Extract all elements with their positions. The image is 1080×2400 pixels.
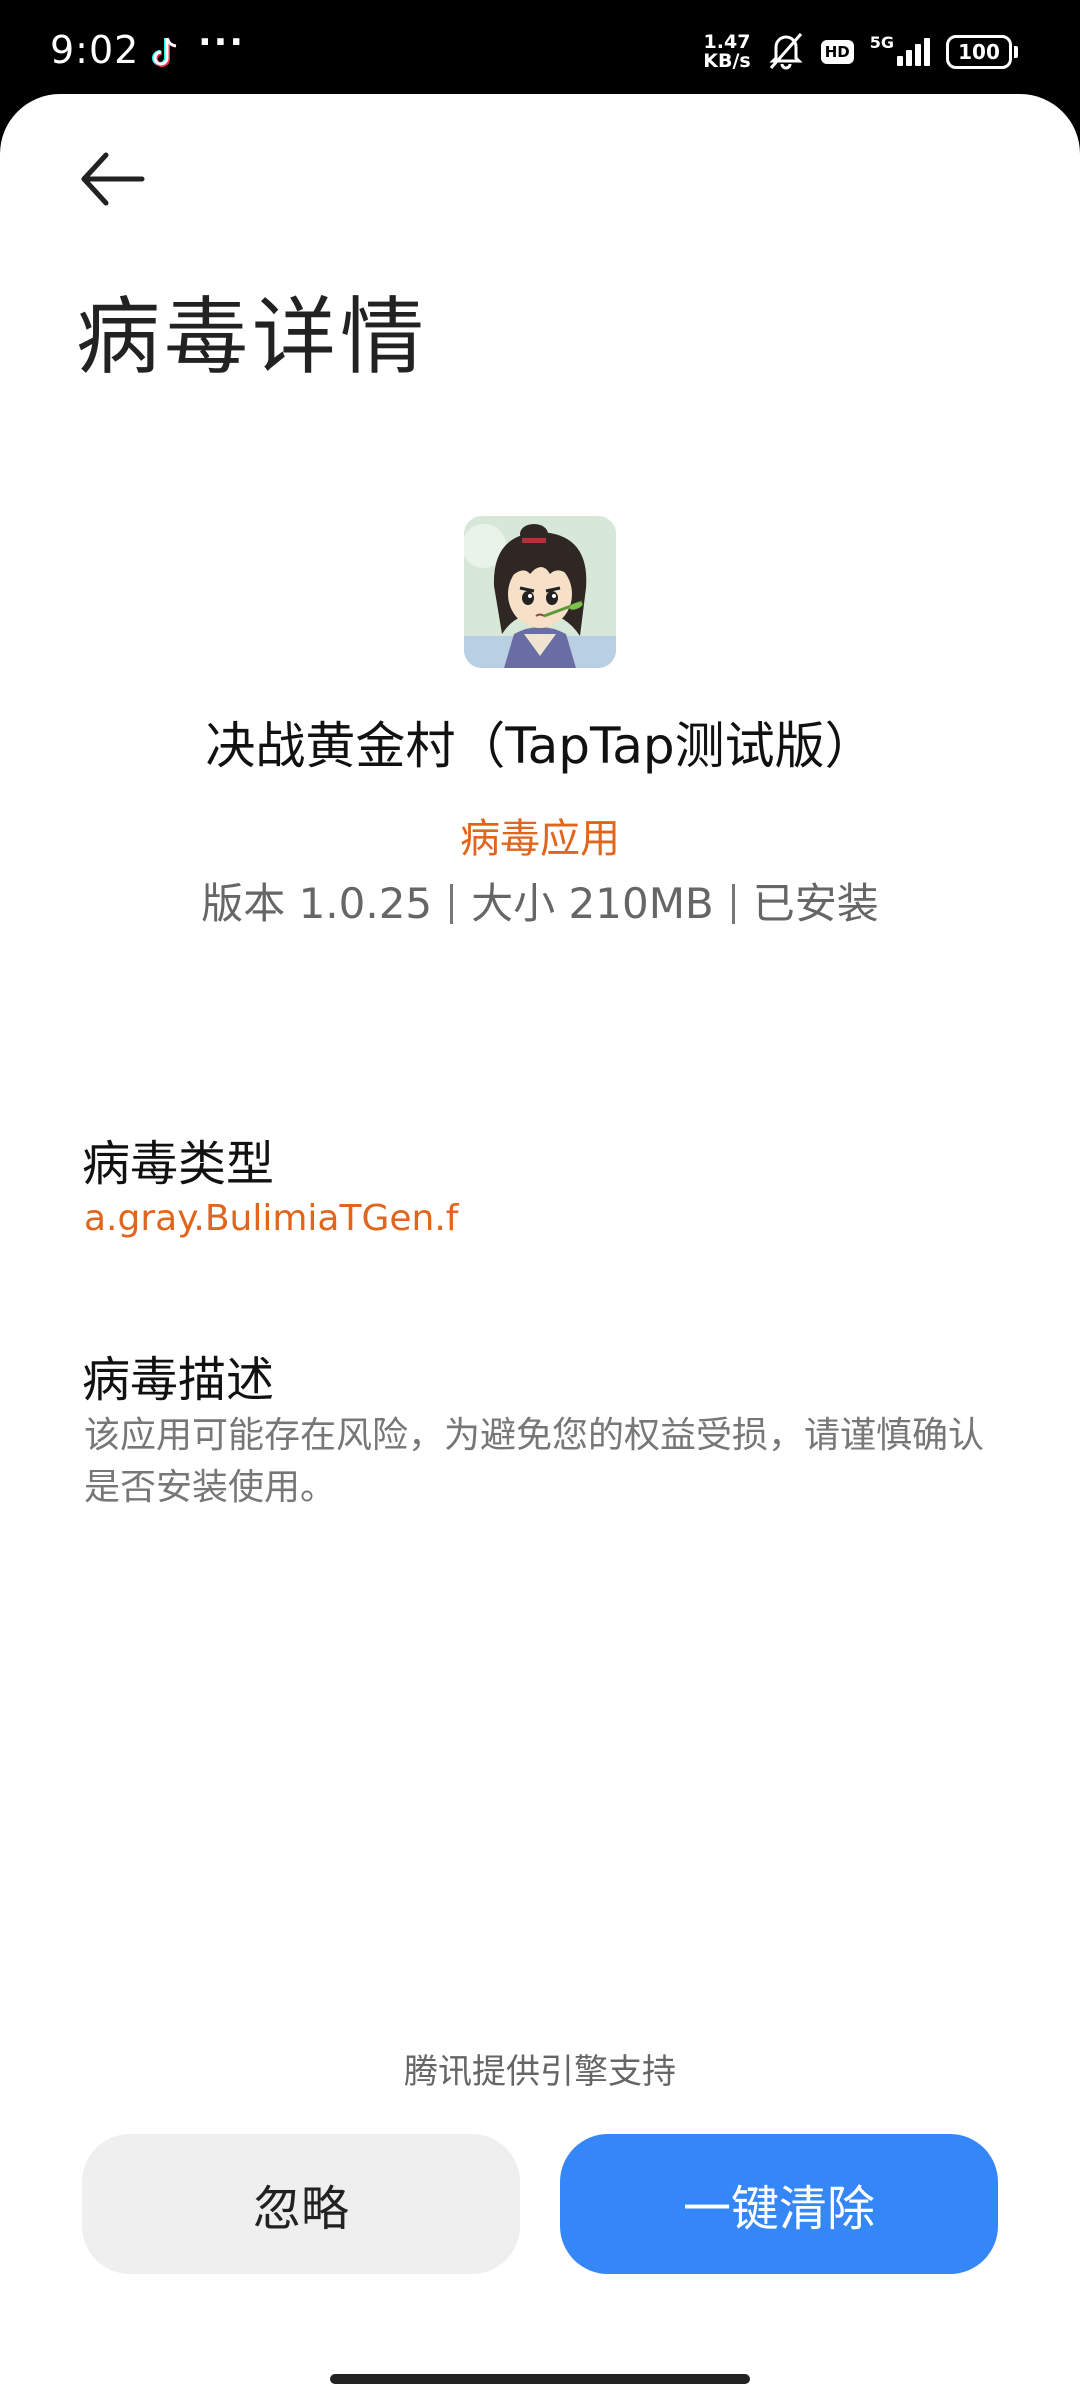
- signal-bar: [915, 44, 921, 66]
- status-time: 9:02: [50, 28, 140, 72]
- engine-provider: 腾讯提供引擎支持: [404, 2052, 676, 2092]
- signal-bar: [924, 38, 930, 66]
- ignore-button[interactable]: 忽略: [82, 2134, 520, 2274]
- home-indicator[interactable]: [330, 2374, 750, 2384]
- battery-level: 100: [946, 35, 1012, 69]
- app-name: 决战黄金村（TapTap测试版）: [205, 717, 875, 775]
- threat-tag: 病毒应用: [460, 816, 620, 862]
- hd-badge: HD: [820, 40, 854, 64]
- bell-muted-icon: [767, 30, 805, 74]
- app-size: 大小 210MB: [471, 879, 714, 928]
- status-bar: 9:02 ··· 1.47 KB/s HD 5G 100: [0, 0, 1080, 95]
- page-title: 病毒详情: [76, 288, 429, 386]
- virus-desc-value: 该应用可能存在风险，为避免您的权益受损，请谨慎确认是否安装使用。: [84, 1415, 985, 1508]
- net-speed-unit: KB/s: [703, 50, 751, 72]
- network-type: 5G: [869, 33, 894, 52]
- status-right: 1.47 KB/s HD 5G 100: [703, 30, 1018, 74]
- virus-type-value: a.gray.BulimiaTGen.f: [84, 1198, 459, 1239]
- tiktok-icon: [150, 36, 180, 70]
- arrow-left-icon[interactable]: [78, 149, 146, 209]
- app-icon: [464, 516, 616, 668]
- app-meta: 版本 1.0.25 大小 210MB 已安装: [0, 870, 1080, 931]
- clean-button[interactable]: 一键清除: [560, 2134, 998, 2274]
- signal-bar: [897, 56, 903, 66]
- battery-tip: [1014, 46, 1018, 58]
- signal-bar: [906, 50, 912, 66]
- virus-type-label: 病毒类型: [82, 1136, 275, 1192]
- app-version: 版本 1.0.25: [201, 879, 433, 928]
- signal-icon: 5G: [870, 33, 930, 66]
- battery-icon: 100: [946, 35, 1018, 69]
- virus-desc-label: 病毒描述: [82, 1352, 275, 1408]
- main-card: 病毒详情 决战黄金村（TapTap测试版） 病毒应用 版本 1.0.25 大小 …: [0, 94, 1080, 2400]
- net-speed: 1.47 KB/s: [703, 33, 750, 71]
- divider: [731, 883, 735, 924]
- overflow-dots: ···: [198, 22, 246, 63]
- install-status: 已安装: [752, 879, 879, 928]
- divider: [450, 883, 454, 924]
